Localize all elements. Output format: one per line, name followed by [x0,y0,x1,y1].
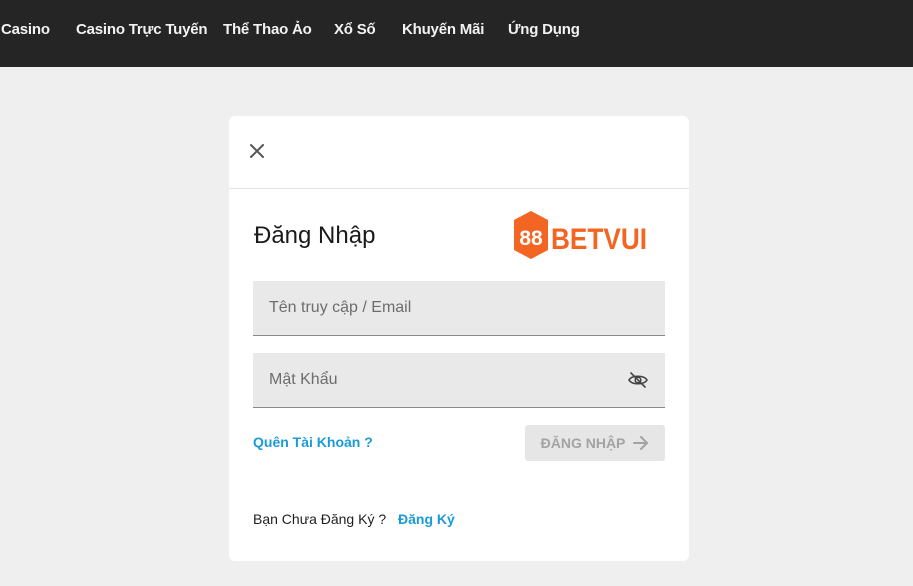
brand-logo: 88 BETVUI [509,209,649,261]
close-button[interactable] [246,140,268,162]
nav-item-the-thao-ao[interactable]: Thể Thao Ảo [223,21,312,38]
page-title: Đăng Nhập [254,222,376,249]
signup-link[interactable]: Đăng Ký [398,511,455,527]
nav-item-casino[interactable]: Casino [1,21,50,38]
password-input[interactable] [253,353,665,407]
username-field-wrapper [253,281,665,336]
username-input[interactable] [253,281,665,335]
arrow-right-icon [633,436,649,450]
svg-text:BETVUI: BETVUI [551,223,647,256]
svg-text:88: 88 [519,227,543,250]
nav-item-khuyen-mai[interactable]: Khuyến Mãi [402,21,484,38]
toggle-password-visibility-button[interactable] [627,370,649,390]
top-navigation: Casino Casino Trực Tuyến Thể Thao Ảo Xổ … [0,0,913,67]
forgot-account-link[interactable]: Quên Tài Khoản ? [253,434,373,450]
signup-prompt: Bạn Chưa Đăng Ký ? [253,511,387,527]
nav-item-xo-so[interactable]: Xổ Số [334,21,376,38]
login-button[interactable]: ĐĂNG NHẬP [525,425,665,461]
password-field-wrapper [253,353,665,408]
signup-row: Bạn Chưa Đăng Ký ? Đăng Ký [253,511,455,527]
login-button-label: ĐĂNG NHẬP [540,435,626,451]
nav-item-ung-dung[interactable]: Ứng Dụng [508,21,580,38]
login-modal: Đăng Nhập 88 BETVUI Quên Tài Khoản ? ĐĂN… [229,116,689,561]
close-icon [250,144,264,158]
header-divider [229,188,689,189]
eye-slash-icon [628,372,648,388]
nav-item-casino-truc-tuyen[interactable]: Casino Trực Tuyến [76,21,208,38]
